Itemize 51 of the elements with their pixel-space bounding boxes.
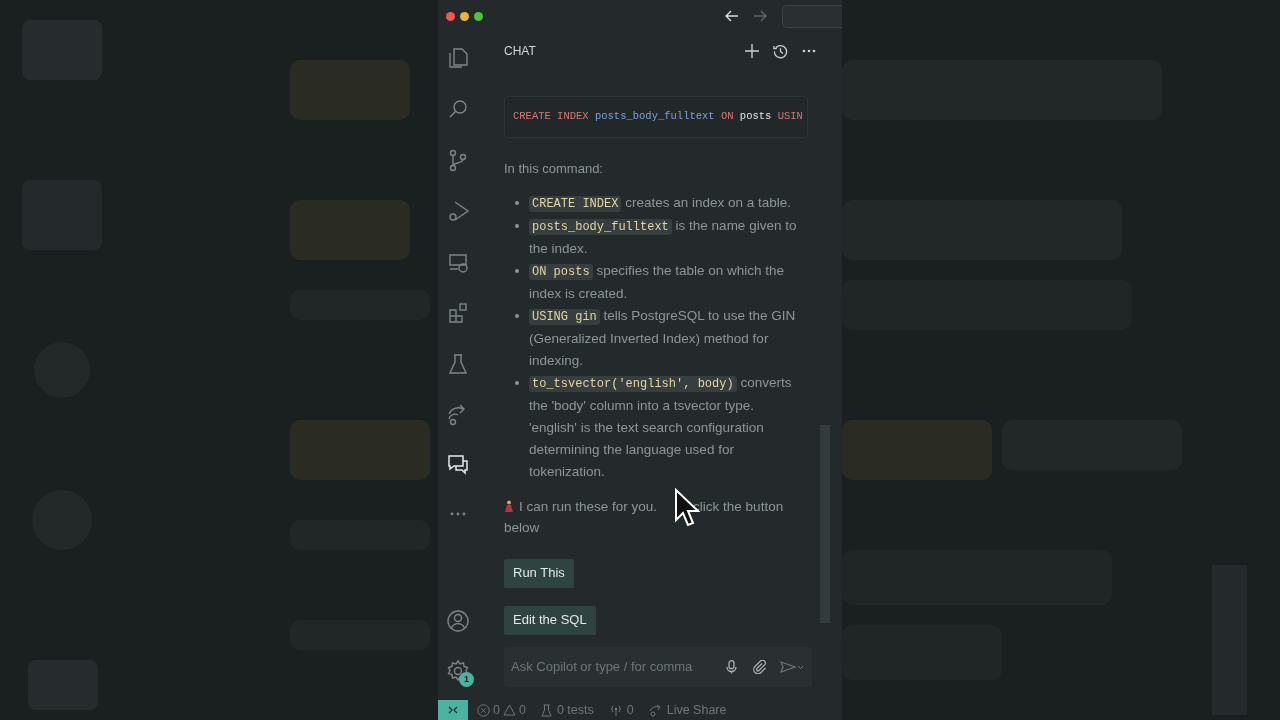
bullet-item: ON posts specifies the table on which the index is created.	[529, 261, 785, 303]
run-debug-icon[interactable]	[446, 199, 470, 223]
intro-text: In this command:	[504, 160, 604, 178]
ports-count[interactable]: 0	[626, 700, 634, 720]
forward-arrow-icon[interactable]	[753, 10, 767, 22]
message-text: I can run these for you.	[519, 497, 658, 516]
extensions-icon[interactable]	[446, 301, 470, 325]
figure-icon	[504, 499, 515, 513]
error-count[interactable]: 0	[493, 700, 500, 720]
close-icon[interactable]	[446, 11, 455, 21]
live-share-icon[interactable]	[648, 703, 663, 717]
back-arrow-icon[interactable]	[725, 10, 739, 22]
bullet-icon	[515, 380, 519, 385]
flask-icon[interactable]	[540, 703, 552, 717]
warning-icon[interactable]	[502, 704, 516, 716]
bullet-item: to_tsvector('english', body) converts the 'body' column into a tsvector type. 'english' is the text search configuration determining the language used for tokenization.	[529, 373, 793, 481]
notification-badge: 1	[459, 672, 474, 687]
bullet-icon	[515, 268, 519, 273]
input-field[interactable]: Ask Copilot or type / for comma	[511, 657, 724, 677]
warning-count[interactable]: 0	[518, 700, 526, 720]
chat-input[interactable]: Ask Copilot or type / for comma	[504, 647, 812, 687]
bullet-item: posts_body_fulltext is the name given to the index.	[529, 216, 798, 258]
action-button[interactable]: Edit the SQL	[504, 605, 596, 635]
action-button[interactable]: Run This	[504, 558, 574, 588]
history-icon[interactable]	[773, 43, 788, 59]
send-icon[interactable]	[780, 661, 804, 673]
paperclip-icon[interactable]	[753, 660, 767, 674]
flask-icon[interactable]	[446, 352, 470, 376]
plus-icon[interactable]	[745, 44, 759, 58]
bullet-item: CREATE INDEX creates an index on a table.	[529, 191, 792, 215]
error-icon[interactable]	[477, 703, 490, 717]
microphone-icon[interactable]	[726, 660, 737, 674]
tests-count[interactable]: 0 tests	[556, 700, 594, 720]
minimize-icon[interactable]	[460, 11, 469, 21]
live-share-label[interactable]: Live Share	[666, 700, 727, 720]
settings-icon[interactable]	[446, 659, 470, 683]
message-text: below	[504, 518, 540, 537]
more-icon[interactable]	[802, 49, 816, 53]
account-icon[interactable]	[446, 609, 470, 633]
bullet-item: USING gin tells PostgreSQL to use the GIN (Generalized Inverted Index) method for indexing.	[529, 306, 797, 370]
bullet-icon	[515, 200, 519, 205]
bullet-icon	[515, 313, 519, 318]
chat-icon[interactable]	[446, 452, 470, 476]
remote-icon	[448, 706, 458, 714]
search-field[interactable]	[782, 4, 842, 28]
bullet-icon	[515, 223, 519, 228]
maximize-icon[interactable]	[474, 11, 483, 21]
antenna-icon[interactable]	[608, 703, 623, 717]
panel-title: CHAT	[504, 43, 536, 60]
code-line: CREATE INDEX posts_body_fulltext ON posts USIN	[513, 109, 803, 125]
files-icon[interactable]	[446, 46, 470, 70]
